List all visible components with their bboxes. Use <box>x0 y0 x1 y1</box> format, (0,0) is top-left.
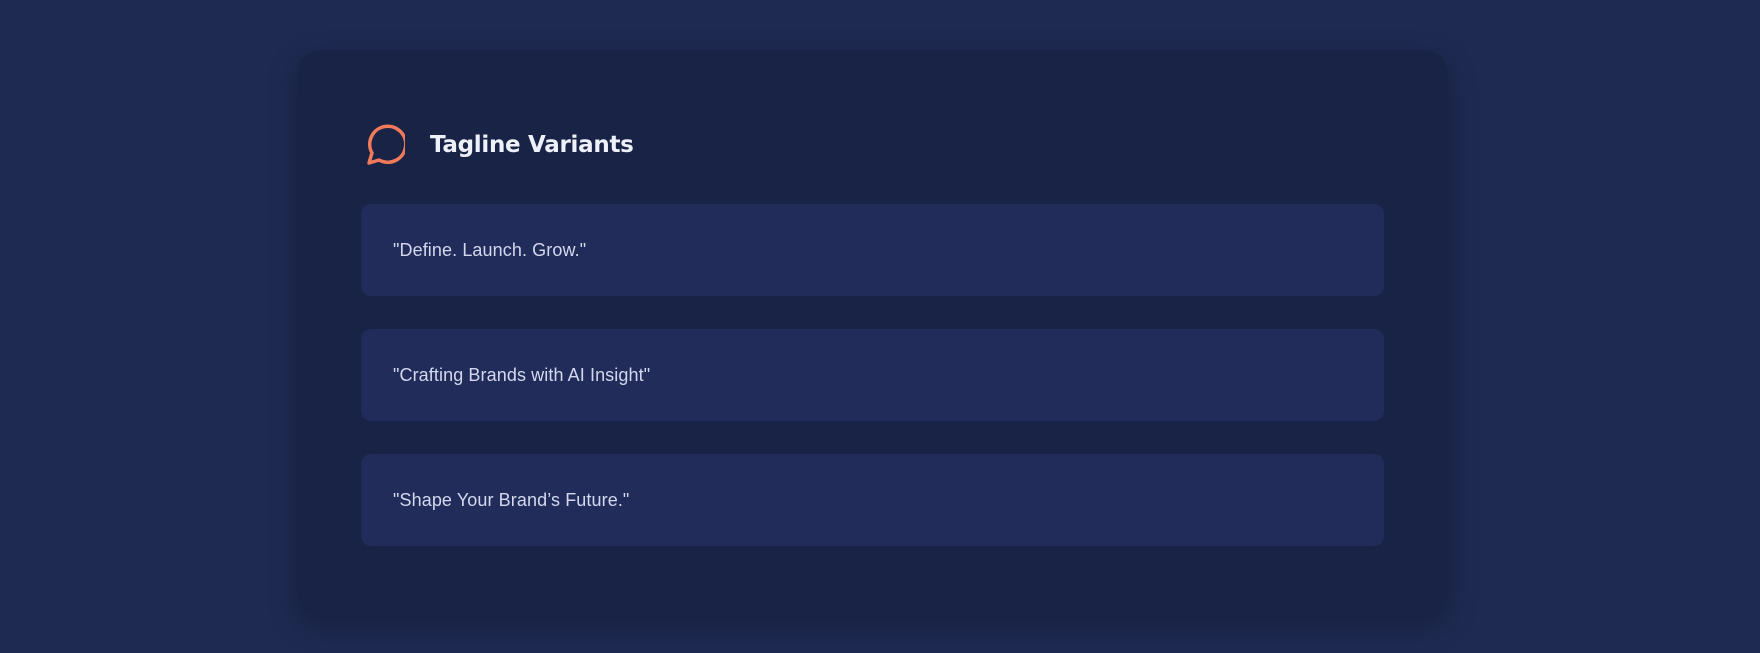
tagline-item[interactable]: "Define. Launch. Grow." <box>361 204 1384 296</box>
tagline-item[interactable]: "Crafting Brands with AI Insight" <box>361 329 1384 421</box>
card-title: Tagline Variants <box>430 132 634 158</box>
tagline-text: "Shape Your Brand’s Future." <box>393 489 630 510</box>
tagline-item[interactable]: "Shape Your Brand’s Future." <box>361 454 1384 546</box>
tagline-text: "Crafting Brands with AI Insight" <box>393 364 651 385</box>
tagline-variants-card: Tagline Variants "Define. Launch. Grow."… <box>297 50 1448 616</box>
tagline-list: "Define. Launch. Grow." "Crafting Brands… <box>361 204 1384 546</box>
card-header: Tagline Variants <box>361 114 1384 176</box>
speech-bubble-icon <box>361 123 405 167</box>
tagline-text: "Define. Launch. Grow." <box>393 239 587 260</box>
